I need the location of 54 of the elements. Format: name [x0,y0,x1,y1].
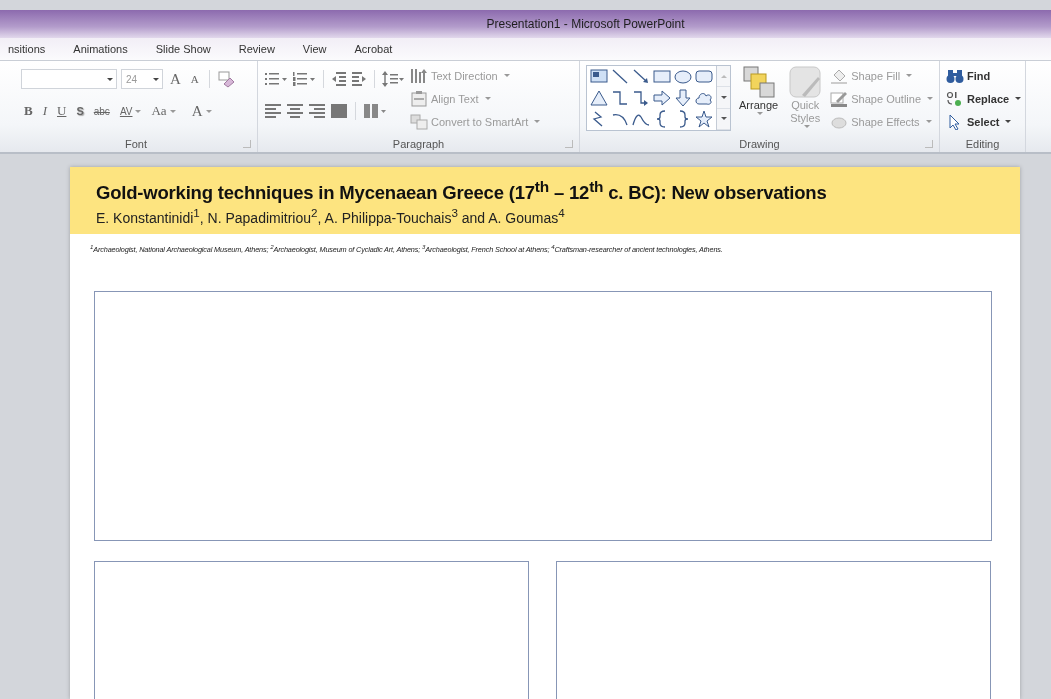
font-format-button[interactable]: I [39,101,50,121]
triangle-icon[interactable] [589,88,609,108]
slide-title: Gold-working techniques in Mycenaean Greece (17$^{th}$ – 12$^{th}$ c. BC): New observations [96,178,828,205]
font-size-button[interactable]: A [187,69,202,89]
group-label: Drawing [739,137,780,150]
align-right-icon[interactable] [308,103,326,119]
ribbon-tab[interactable]: Acrobat [354,41,407,57]
font-format-button[interactable]: Aa [148,101,179,121]
columns-icon[interactable] [363,103,387,119]
smartart-icon [410,113,428,130]
paint-bucket-icon [830,67,849,84]
ribbon-command[interactable]: Find [946,65,1019,86]
font-format-button[interactable]: B [21,101,36,121]
stacked-squares-icon [741,65,776,99]
ribbon-tab[interactable]: Review [238,41,289,57]
ribbon-command[interactable]: Replace [946,88,1019,109]
author-list: E. Konstantinidi$^{1}$, N. Papadimitriou$^{2}$, A. Philippa-Touchais$^{3}$ and A. Goumas$^{4}$ [96,206,994,226]
replace-icon [946,90,964,107]
down-arrow-icon[interactable] [673,88,693,108]
group-label: Paragraph [392,137,445,150]
right-arrow-icon[interactable] [652,88,672,108]
font-format-button[interactable]: abc [90,101,113,121]
star-icon[interactable] [694,109,714,129]
font-size-button[interactable]: A [167,69,184,89]
more-button[interactable] [717,108,730,130]
font-format-button[interactable]: AV [116,101,145,121]
align-text-icon [410,90,428,107]
ribbon-tab[interactable]: Slide Show [155,41,225,57]
ellipse-icon[interactable] [673,67,693,87]
group-label: Font [125,137,147,150]
bullet-list-icon[interactable] [264,71,288,87]
pencil-icon [830,90,849,107]
justify-icon[interactable] [330,103,348,119]
scroll-down-button[interactable] [717,87,730,109]
ribbon-tab[interactable]: Animations [73,41,142,57]
group-label: Editing [965,137,1000,150]
eraser-icon[interactable] [216,70,235,88]
text-direction-icon [410,67,428,84]
decrease-indent-icon[interactable] [331,71,347,87]
ribbon-tab[interactable]: nsitions [8,41,60,57]
numbered-list-icon[interactable] [292,71,316,87]
font-format-button[interactable]: S [73,101,87,121]
ribbon-command[interactable]: Select [946,111,1019,132]
ribbon-large-button[interactable]: Arrange [737,65,781,135]
font-format-button[interactable]: U [54,101,70,121]
binoculars-icon [946,67,964,84]
line-spacing-icon[interactable] [382,70,404,88]
align-center-icon[interactable] [286,103,304,119]
ribbon-tab[interactable]: View [302,41,341,57]
increase-indent-icon[interactable] [351,71,367,87]
font-format-button[interactable]: A [188,101,215,121]
align-left-icon[interactable] [264,103,282,119]
window-title: Presentation1 - Microsoft PowerPoint [485,17,685,31]
elbow-connector-icon[interactable] [610,88,630,108]
